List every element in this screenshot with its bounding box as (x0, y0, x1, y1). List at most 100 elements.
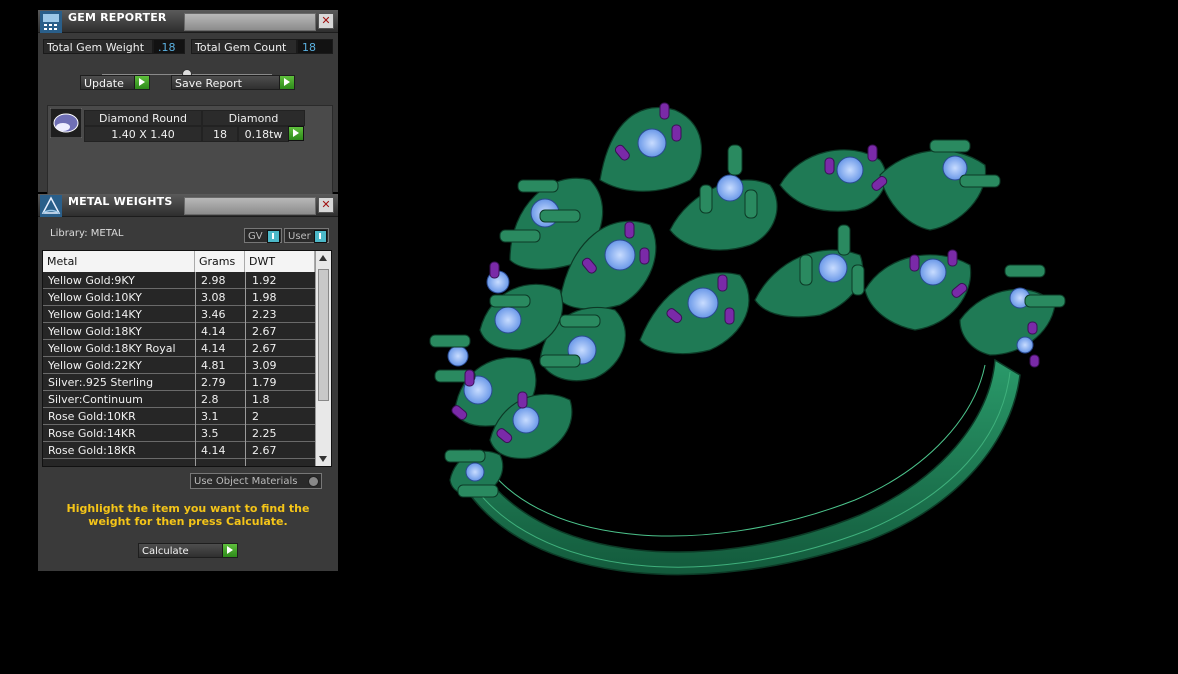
metal-name: Yellow Gold:10KY (48, 291, 142, 304)
metal-grams: 3.1 (201, 410, 219, 423)
metal-dwt: 1.98 (252, 291, 277, 304)
metal-name: Silver:Continuum (48, 393, 143, 406)
metal-weights-panel: METAL WEIGHTS ✕ Library: METAL GV User M… (38, 194, 338, 571)
table-row[interactable]: Silver:Continuum 2.8 1.8 (43, 391, 315, 408)
column-header-metal[interactable]: Metal (43, 251, 195, 272)
metal-list-scrollbar[interactable] (315, 251, 331, 466)
metal-grams: 4.81 (201, 359, 226, 372)
calculate-hint: Highlight the item you want to find the … (66, 502, 310, 528)
library-label: Library: METAL (50, 228, 124, 239)
metal-grams: 2.8 (201, 393, 219, 406)
table-row[interactable]: Yellow Gold:22KY 4.81 3.09 (43, 357, 315, 374)
metal-name: Yellow Gold:22KY (48, 359, 142, 372)
table-row[interactable]: Yellow Gold:9KY 2.98 1.92 (43, 272, 315, 289)
metal-grams: 3.5 (201, 427, 219, 440)
metal-name: Rose Gold:18KR (48, 444, 136, 457)
ring-heads-back (509, 106, 987, 270)
table-row[interactable]: Yellow Gold:14KY 3.46 2.23 (43, 306, 315, 323)
titlebar-fill (184, 197, 316, 215)
column-header-dwt[interactable]: DWT (245, 251, 315, 272)
close-icon[interactable]: ✕ (318, 197, 334, 213)
titlebar-fill (184, 13, 316, 31)
gv-toggle[interactable]: GV (244, 228, 282, 243)
table-row[interactable]: Silver:.925 Sterling 2.79 1.79 (43, 374, 315, 391)
use-object-materials-label: Use Object Materials (194, 476, 298, 487)
metal-name: Yellow Gold:18KY (48, 325, 142, 338)
table-row[interactable]: Yellow Gold:18KY 4.14 2.67 (43, 323, 315, 340)
play-icon (288, 127, 303, 140)
user-toggle[interactable]: User (284, 228, 329, 243)
gem-size-cell: 1.40 X 1.40 (84, 126, 202, 142)
gem-reporter-title: GEM REPORTER (68, 11, 167, 24)
gem-table[interactable]: Diamond Round Diamond 1.40 X 1.40 18 0.1… (47, 105, 333, 195)
metal-name: Yellow Gold:9KY (48, 274, 135, 287)
metal-dwt: 1.79 (252, 376, 277, 389)
total-gem-count-label: Total Gem Count (191, 39, 297, 54)
metal-name: Silver:.925 Sterling (48, 376, 154, 389)
gem-shape-cell: Diamond Round (84, 110, 202, 126)
metal-grams: 4.14 (201, 444, 226, 457)
gem-count-cell: 18 (202, 126, 238, 142)
metal-grams: 4.14 (201, 325, 226, 338)
gem-row-play-button[interactable] (288, 126, 304, 141)
table-row[interactable]: Yellow Gold:18KY Royal 4.14 2.67 (43, 340, 315, 357)
metal-name: Yellow Gold:18KY Royal (48, 342, 176, 355)
play-icon (222, 544, 237, 557)
total-gem-count-value: 18 (297, 39, 333, 54)
total-gem-weight-value: .18 (153, 39, 185, 54)
scroll-down-arrow-icon[interactable] (319, 456, 327, 462)
metal-dwt: 2.67 (252, 325, 277, 338)
metal-name: Rose Gold:10KR (48, 410, 136, 423)
radio-icon (308, 476, 319, 487)
info-icon (267, 230, 280, 243)
column-header-grams[interactable]: Grams (195, 251, 245, 272)
diamond-round-icon (50, 108, 82, 138)
calculate-button[interactable]: Calculate (138, 543, 238, 558)
gem-reporter-titlebar[interactable]: GEM REPORTER ✕ (38, 10, 338, 33)
gv-toggle-label: GV (248, 231, 263, 242)
scroll-up-arrow-icon[interactable] (319, 255, 327, 261)
update-button-label: Update (84, 77, 124, 90)
metal-name: Yellow Gold:14KY (48, 308, 142, 321)
total-gem-weight-label: Total Gem Weight (43, 39, 153, 54)
metal-dwt: 2.67 (252, 444, 277, 457)
play-icon (134, 76, 149, 89)
save-report-button-label: Save Report (175, 77, 242, 90)
metal-grams: 2.79 (201, 376, 226, 389)
metal-dwt: 2.25 (252, 427, 277, 440)
metal-dwt: 2 (252, 410, 259, 423)
metal-dwt: 3.09 (252, 359, 277, 372)
close-icon[interactable]: ✕ (318, 13, 334, 29)
play-icon (279, 76, 294, 89)
ring-3d-viewport[interactable] (340, 0, 1178, 674)
info-icon (314, 230, 327, 243)
metal-dwt: 1.8 (252, 393, 270, 406)
table-row[interactable]: Rose Gold:14KR 3.5 2.25 (43, 425, 315, 442)
gem-material-cell: Diamond (202, 110, 305, 126)
gem-reporter-icon (40, 11, 62, 33)
save-report-button[interactable]: Save Report (171, 75, 295, 90)
gem-reporter-panel: GEM REPORTER ✕ Total Gem Weight .18 Tota… (38, 10, 338, 195)
gem-weight-cell: 0.18tw (238, 126, 289, 142)
column-divider (245, 272, 246, 466)
metal-weights-icon (40, 195, 62, 217)
table-row[interactable]: Rose Gold:18KR 4.14 2.67 (43, 442, 315, 459)
metal-grams: 3.08 (201, 291, 226, 304)
user-toggle-label: User (288, 231, 311, 242)
metal-dwt: 2.23 (252, 308, 277, 321)
metal-grams: 2.98 (201, 274, 226, 287)
table-row[interactable]: Yellow Gold:10KY 3.08 1.98 (43, 289, 315, 306)
metal-name: Rose Gold:14KR (48, 427, 136, 440)
calculate-button-label: Calculate (142, 546, 189, 557)
metal-grams: 4.14 (201, 342, 226, 355)
update-button[interactable]: Update (80, 75, 150, 90)
ring-shank (454, 358, 1021, 576)
metal-dwt: 1.92 (252, 274, 277, 287)
scroll-thumb[interactable] (318, 269, 329, 401)
metal-list[interactable]: Metal Grams DWT Yellow Gold:9KY 2.98 1.92 … (42, 250, 332, 467)
table-row[interactable]: Rose Gold:10KR 3.1 2 (43, 408, 315, 425)
metal-weights-titlebar[interactable]: METAL WEIGHTS ✕ (38, 194, 338, 217)
use-object-materials-toggle[interactable]: Use Object Materials (190, 473, 322, 489)
metal-grams: 3.46 (201, 308, 226, 321)
metal-dwt: 2.67 (252, 342, 277, 355)
